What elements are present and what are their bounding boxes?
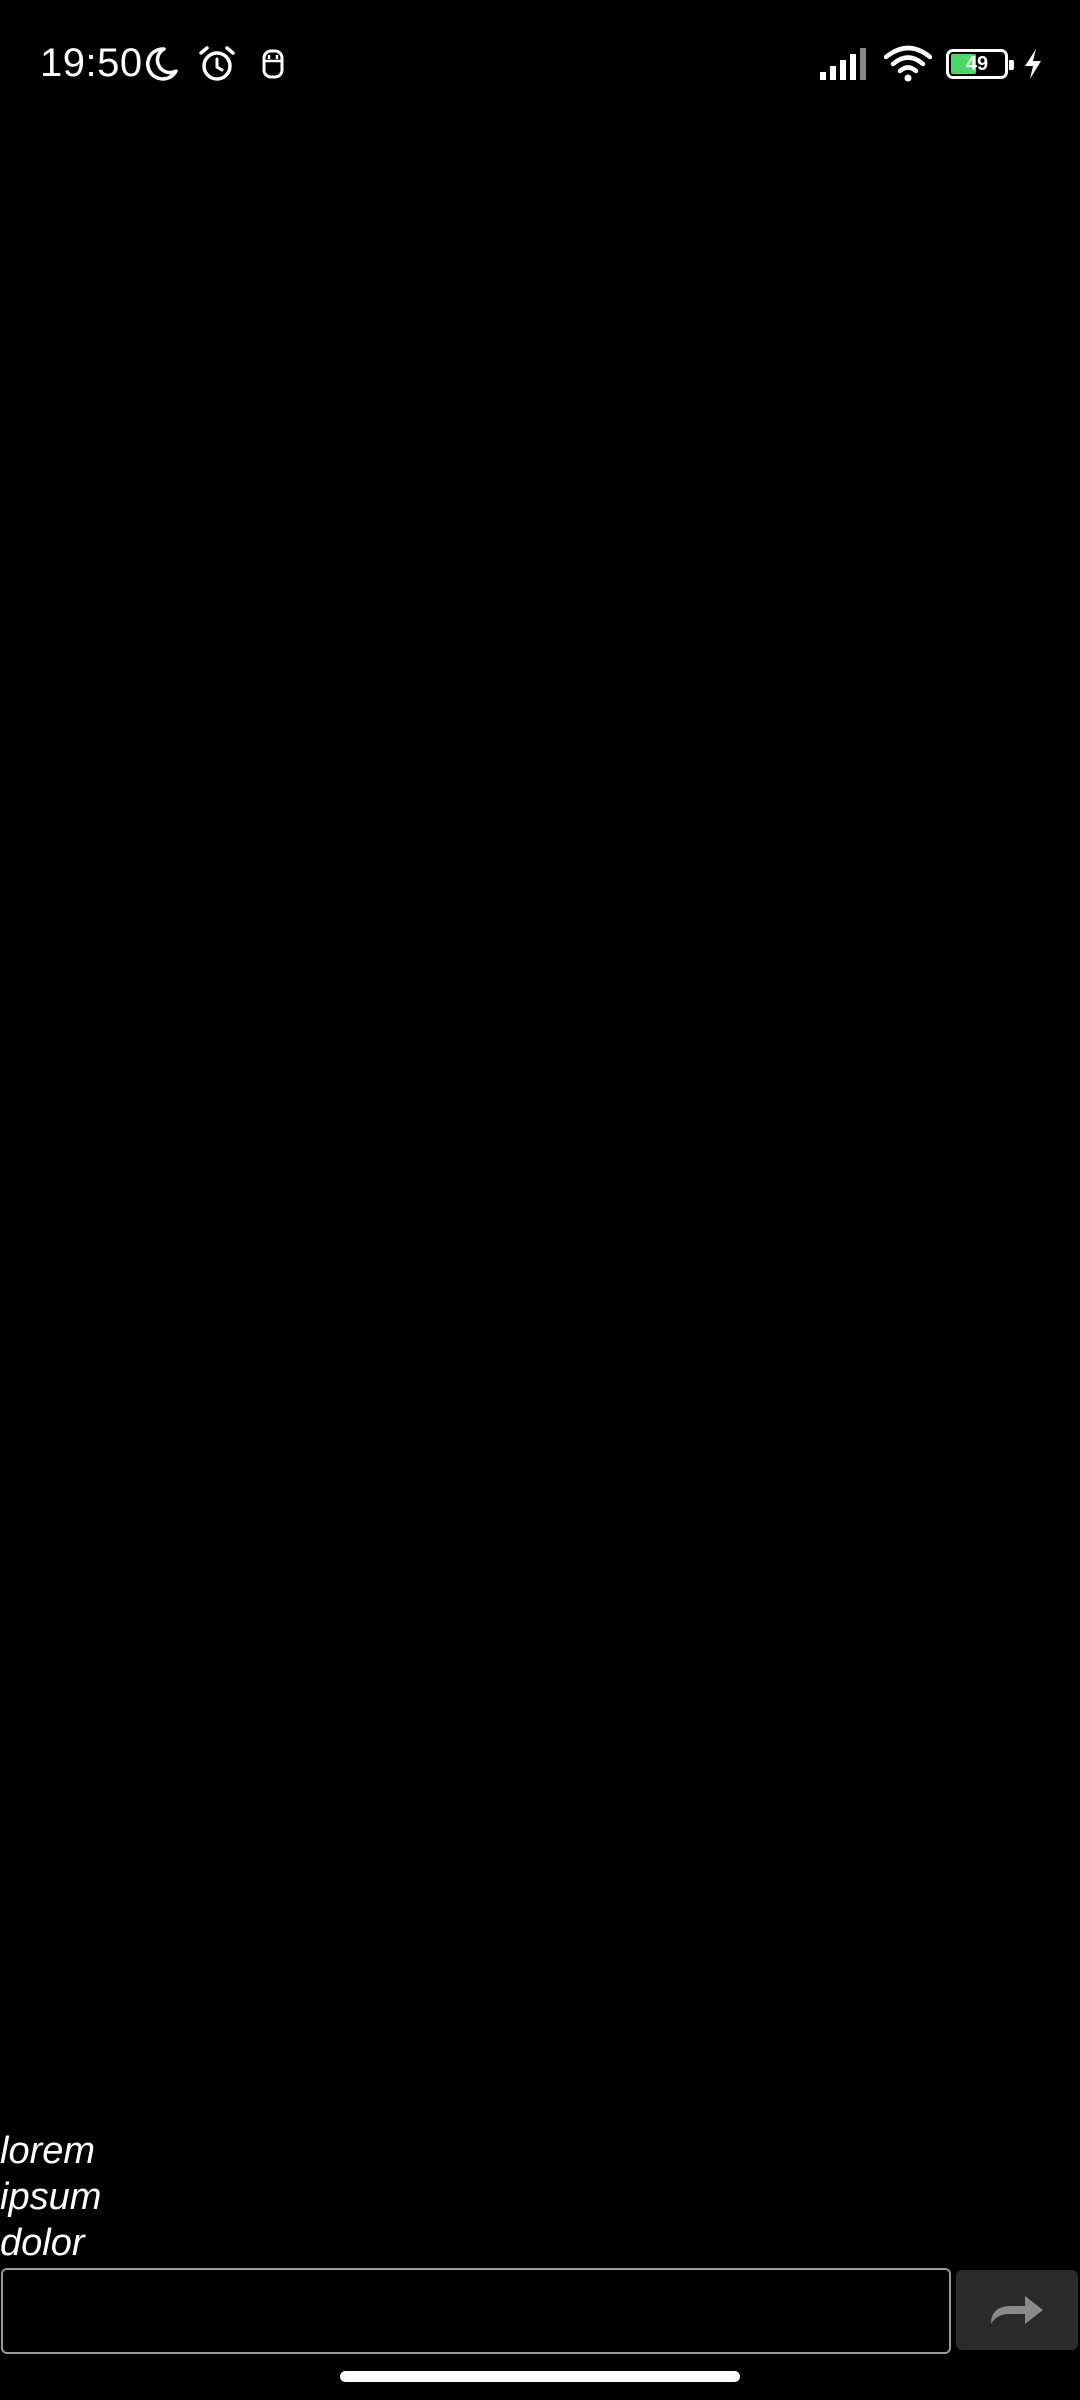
wifi-icon bbox=[884, 45, 932, 82]
app-screen: 19:50 49 lorem ipsum dolor bbox=[0, 0, 1080, 2400]
status-time: 19:50 bbox=[40, 41, 143, 85]
signal-icon bbox=[820, 48, 866, 80]
output-line: dolor bbox=[0, 2222, 85, 2264]
alarm-clock-icon bbox=[199, 46, 235, 81]
message-input[interactable] bbox=[1, 2268, 951, 2354]
output-text: lorem ipsum dolor bbox=[0, 2128, 1000, 2266]
charging-icon bbox=[1025, 49, 1041, 79]
send-arrow-icon bbox=[991, 2296, 1043, 2324]
status-left-icons bbox=[140, 40, 294, 88]
home-indicator[interactable] bbox=[340, 2371, 740, 2382]
input-row bbox=[0, 2268, 1080, 2356]
send-button[interactable] bbox=[956, 2270, 1078, 2350]
notification-icon bbox=[262, 49, 284, 79]
battery-icon: 49 bbox=[946, 49, 1014, 79]
output-line: lorem bbox=[0, 2130, 96, 2172]
status-bar: 19:50 49 bbox=[0, 0, 1080, 130]
output-line: ipsum bbox=[0, 2176, 102, 2218]
status-right-icons: 49 bbox=[818, 40, 1044, 88]
battery-percent: 49 bbox=[965, 53, 989, 75]
moon-icon bbox=[146, 47, 178, 81]
battery-cap bbox=[1009, 60, 1014, 70]
